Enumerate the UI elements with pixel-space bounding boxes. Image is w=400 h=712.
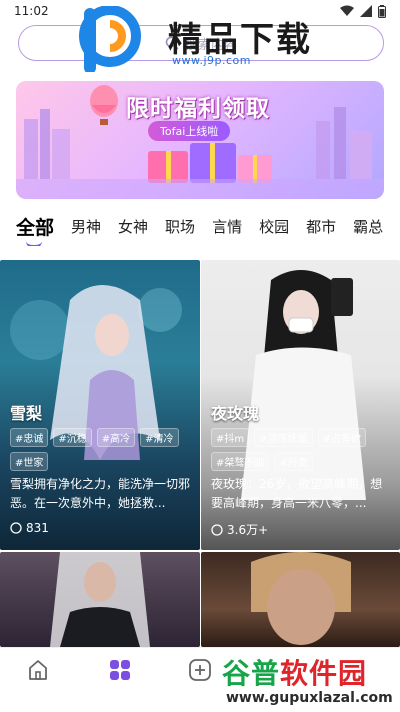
- watermark-bottom: 谷普软件园 www.gupuxlazal.com: [216, 652, 400, 712]
- character-portrait: [50, 552, 150, 647]
- tab-all[interactable]: 全部: [16, 213, 54, 246]
- tab-ceo[interactable]: 霸总: [353, 216, 383, 237]
- tag: #忠诚: [10, 428, 49, 447]
- watermark-bottom-title-green: 谷普: [222, 657, 281, 690]
- home-icon[interactable]: [26, 658, 50, 682]
- tag: #世家: [10, 452, 49, 471]
- status-icons: [340, 4, 386, 18]
- character-name: 雪梨: [10, 404, 43, 423]
- tab-urban[interactable]: 都市: [306, 216, 336, 237]
- category-tabs: 全部 男神 女神 职场 言情 校园 都市 霸总: [0, 206, 400, 246]
- tag: #抖m: [211, 428, 250, 447]
- chat-bubble-icon: [211, 523, 223, 536]
- tab-female[interactable]: 女神: [118, 216, 148, 237]
- character-portrait: [251, 552, 351, 645]
- watermark-bottom-title: 谷普软件园: [222, 652, 367, 692]
- watermark-logo-icon: [79, 6, 141, 72]
- watermark-url: www.j9p.com: [172, 54, 252, 67]
- tag: #淫荡妩媚: [254, 428, 313, 447]
- create-plus-icon[interactable]: [188, 658, 212, 682]
- chat-count-value: 3.6万+: [227, 523, 269, 537]
- character-tags: #抖m #淫荡妩媚 #占有欲 #桀骜不驯 #矜贵: [211, 428, 395, 471]
- character-tags: #忠诚 #沉稳 #高冷 #清冷 #世家: [10, 428, 194, 471]
- tab-romance[interactable]: 言情: [212, 216, 242, 237]
- tag: #占有欲: [317, 428, 366, 447]
- tag: #沉稳: [53, 428, 92, 447]
- signal-icon: [360, 5, 372, 17]
- chat-count: 831: [10, 521, 49, 535]
- discover-grid-icon[interactable]: [108, 658, 132, 682]
- tab-male[interactable]: 男神: [71, 216, 101, 237]
- tag: #清冷: [140, 428, 179, 447]
- character-description: 雪梨拥有净化之力，能洗净一切邪恶。在一次意外中，她拯救...: [10, 477, 190, 510]
- tab-campus[interactable]: 校园: [259, 216, 289, 237]
- wifi-icon: [340, 5, 354, 16]
- chat-count-value: 831: [26, 521, 49, 535]
- watermark-bottom-title-red: 软件园: [280, 657, 368, 690]
- promo-banner[interactable]: 限时福利领取 Tofai上线啦: [16, 81, 384, 199]
- character-description: 夜玫瑰：26岁，欲望高峰期，想要高峰期，身高一米八零，...: [211, 477, 383, 510]
- battery-icon: [378, 4, 386, 18]
- chat-bubble-icon: [10, 522, 22, 534]
- tag: #桀骜不驯: [211, 452, 270, 471]
- banner-subtitle: Tofai上线啦: [148, 121, 231, 141]
- chat-count: 3.6万+: [211, 521, 268, 538]
- character-card[interactable]: 夜玫瑰 #抖m #淫荡妩媚 #占有欲 #桀骜不驯 #矜贵 夜玫瑰：26岁，欲望高…: [201, 260, 400, 550]
- character-card[interactable]: [0, 552, 200, 647]
- character-name: 夜玫瑰: [211, 404, 260, 423]
- status-time: 11:02: [14, 4, 49, 18]
- tag: #矜贵: [274, 452, 313, 471]
- watermark-top: 精品下载 www.j9p.com: [76, 6, 336, 72]
- character-card[interactable]: [201, 552, 400, 647]
- character-card[interactable]: 雪梨 #忠诚 #沉稳 #高冷 #清冷 #世家 雪梨拥有净化之力，能洗净一切邪恶。…: [0, 260, 200, 550]
- tag: #高冷: [96, 428, 136, 447]
- banner-title: 限时福利领取: [126, 96, 270, 122]
- watermark-bottom-url: www.gupuxlazal.com: [226, 690, 393, 706]
- tab-workplace[interactable]: 职场: [165, 216, 195, 237]
